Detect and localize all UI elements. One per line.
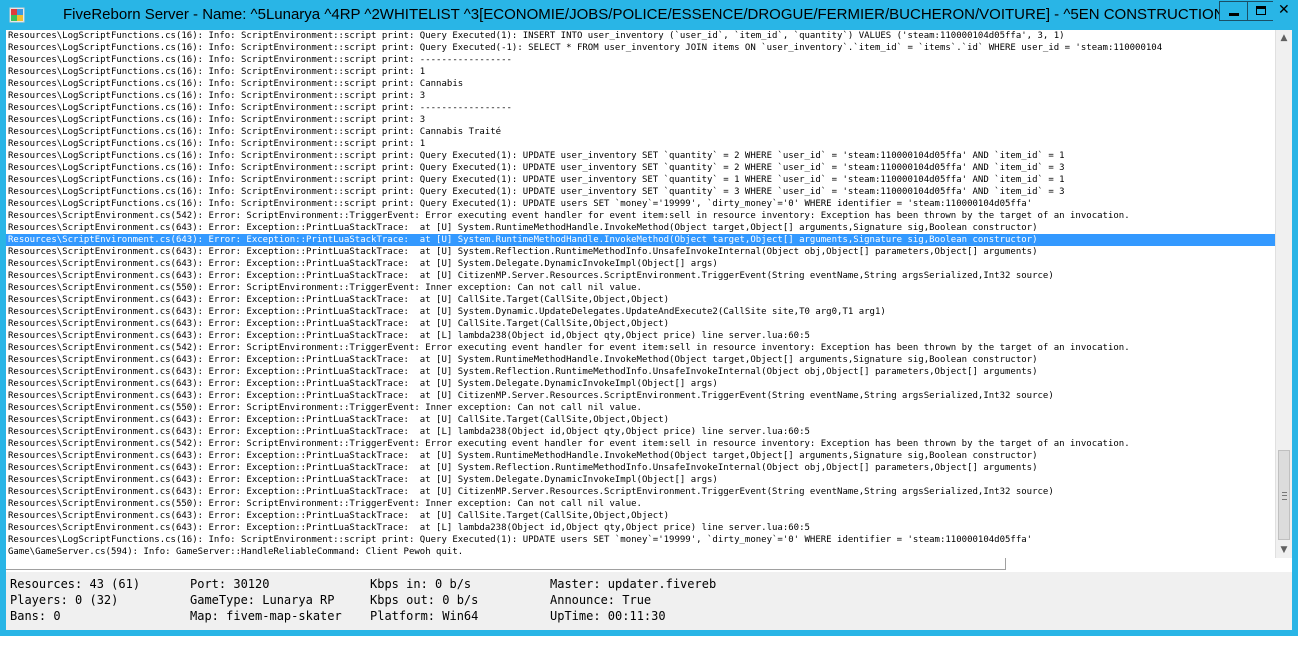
status-kbps-in: Kbps in: 0 b/s: [370, 577, 472, 591]
log-line[interactable]: Resources\LogScriptFunctions.cs(16): Inf…: [6, 90, 1275, 102]
log-line[interactable]: Resources\ScriptEnvironment.cs(542): Err…: [6, 210, 1275, 222]
log-line[interactable]: Resources\ScriptEnvironment.cs(643): Err…: [6, 222, 1275, 234]
console-log[interactable]: Resources\LogScriptFunctions.cs(16): Inf…: [6, 30, 1275, 558]
status-platform: Platform: Win64: [370, 609, 479, 623]
status-panel: Resources: 43 (61) Players: 0 (32) Bans:…: [6, 572, 1292, 630]
log-line[interactable]: Resources\LogScriptFunctions.cs(16): Inf…: [6, 174, 1275, 186]
status-announce: Announce: True: [550, 593, 652, 607]
scrollbar-grip-icon: [1282, 492, 1287, 500]
log-line[interactable]: Resources\LogScriptFunctions.cs(16): Inf…: [6, 102, 1275, 114]
log-line[interactable]: Resources\LogScriptFunctions.cs(16): Inf…: [6, 114, 1275, 126]
log-line[interactable]: Resources\ScriptEnvironment.cs(643): Err…: [6, 306, 1275, 318]
status-uptime: UpTime: 00:11:30: [550, 609, 666, 623]
log-line[interactable]: Resources\ScriptEnvironment.cs(643): Err…: [6, 270, 1275, 282]
log-line[interactable]: Resources\LogScriptFunctions.cs(16): Inf…: [6, 198, 1275, 210]
scroll-down-arrow-icon[interactable]: ▼: [1276, 542, 1292, 558]
window-title: FiveReborn Server - Name: ^5Lunarya ^4RP…: [63, 6, 1225, 23]
log-line[interactable]: Resources\LogScriptFunctions.cs(16): Inf…: [6, 126, 1275, 138]
log-line[interactable]: Resources\ScriptEnvironment.cs(643): Err…: [6, 474, 1275, 486]
maximize-button[interactable]: [1247, 1, 1273, 21]
log-line[interactable]: Resources\LogScriptFunctions.cs(16): Inf…: [6, 42, 1275, 54]
log-line[interactable]: Resources\ScriptEnvironment.cs(643): Err…: [6, 426, 1275, 438]
log-line[interactable]: Resources\LogScriptFunctions.cs(16): Inf…: [6, 30, 1275, 42]
log-line[interactable]: Resources\ScriptEnvironment.cs(643): Err…: [6, 522, 1275, 534]
close-icon: ✕: [1278, 2, 1290, 18]
command-input[interactable]: [6, 558, 1006, 570]
log-line[interactable]: Resources\ScriptEnvironment.cs(643): Err…: [6, 462, 1275, 474]
client-area: Resources\LogScriptFunctions.cs(16): Inf…: [6, 30, 1292, 630]
log-line[interactable]: Resources\LogScriptFunctions.cs(16): Inf…: [6, 138, 1275, 150]
status-gametype: GameType: Lunarya RP: [190, 593, 335, 607]
title-bar[interactable]: FiveReborn Server - Name: ^5Lunarya ^4RP…: [0, 0, 1298, 30]
scrollbar-thumb[interactable]: [1278, 450, 1290, 540]
log-line[interactable]: Resources\ScriptEnvironment.cs(643): Err…: [6, 378, 1275, 390]
log-line[interactable]: Resources\ScriptEnvironment.cs(550): Err…: [6, 402, 1275, 414]
fivereborn-app-icon[interactable]: [9, 7, 25, 23]
log-line[interactable]: Resources\LogScriptFunctions.cs(16): Inf…: [6, 66, 1275, 78]
log-line[interactable]: Resources\ScriptEnvironment.cs(550): Err…: [6, 498, 1275, 510]
status-port: Port: 30120: [190, 577, 270, 591]
log-line[interactable]: Resources\ScriptEnvironment.cs(643): Err…: [6, 414, 1275, 426]
minimize-icon: [1229, 13, 1239, 16]
status-map: Map: fivem-map-skater: [190, 609, 342, 623]
log-line[interactable]: Resources\ScriptEnvironment.cs(643): Err…: [6, 450, 1275, 462]
log-line[interactable]: Resources\ScriptEnvironment.cs(643): Err…: [6, 354, 1275, 366]
server-window: FiveReborn Server - Name: ^5Lunarya ^4RP…: [0, 0, 1298, 636]
log-line[interactable]: Resources\ScriptEnvironment.cs(643): Err…: [6, 330, 1275, 342]
log-line[interactable]: Resources\LogScriptFunctions.cs(16): Inf…: [6, 186, 1275, 198]
log-line[interactable]: Resources\LogScriptFunctions.cs(16): Inf…: [6, 534, 1275, 546]
log-line[interactable]: Resources\ScriptEnvironment.cs(643): Err…: [6, 294, 1275, 306]
log-line[interactable]: Resources\ScriptEnvironment.cs(550): Err…: [6, 282, 1275, 294]
log-line[interactable]: Resources\ScriptEnvironment.cs(643): Err…: [6, 486, 1275, 498]
status-resources: Resources: 43 (61): [10, 577, 141, 591]
log-line[interactable]: Resources\LogScriptFunctions.cs(16): Inf…: [6, 78, 1275, 90]
log-line[interactable]: Resources\ScriptEnvironment.cs(643): Err…: [6, 258, 1275, 270]
minimize-button[interactable]: [1219, 1, 1247, 21]
log-line[interactable]: Resources\LogScriptFunctions.cs(16): Inf…: [6, 54, 1275, 66]
log-line[interactable]: Resources\ScriptEnvironment.cs(643): Err…: [6, 390, 1275, 402]
log-line[interactable]: Resources\ScriptEnvironment.cs(542): Err…: [6, 438, 1275, 450]
status-bans: Bans: 0: [10, 609, 61, 623]
status-players: Players: 0 (32): [10, 593, 119, 607]
status-kbps-out: Kbps out: 0 b/s: [370, 593, 479, 607]
status-master: Master: updater.fivereb: [550, 577, 717, 591]
log-line[interactable]: Resources\ScriptEnvironment.cs(542): Err…: [6, 342, 1275, 354]
log-line[interactable]: Resources\ScriptEnvironment.cs(643): Err…: [6, 234, 1275, 246]
log-line[interactable]: Resources\LogScriptFunctions.cs(16): Inf…: [6, 162, 1275, 174]
log-line[interactable]: Resources\ScriptEnvironment.cs(643): Err…: [6, 510, 1275, 522]
close-button[interactable]: ✕: [1273, 1, 1295, 21]
log-line[interactable]: Game\GameServer.cs(594): Info: GameServe…: [6, 546, 1275, 558]
log-line[interactable]: Resources\ScriptEnvironment.cs(643): Err…: [6, 246, 1275, 258]
log-line[interactable]: Resources\LogScriptFunctions.cs(16): Inf…: [6, 150, 1275, 162]
scroll-up-arrow-icon[interactable]: ▲: [1276, 30, 1292, 46]
log-line[interactable]: Resources\ScriptEnvironment.cs(643): Err…: [6, 318, 1275, 330]
maximize-icon: [1256, 6, 1266, 15]
log-line[interactable]: Resources\ScriptEnvironment.cs(643): Err…: [6, 366, 1275, 378]
log-vertical-scrollbar[interactable]: ▲ ▼: [1275, 30, 1292, 558]
